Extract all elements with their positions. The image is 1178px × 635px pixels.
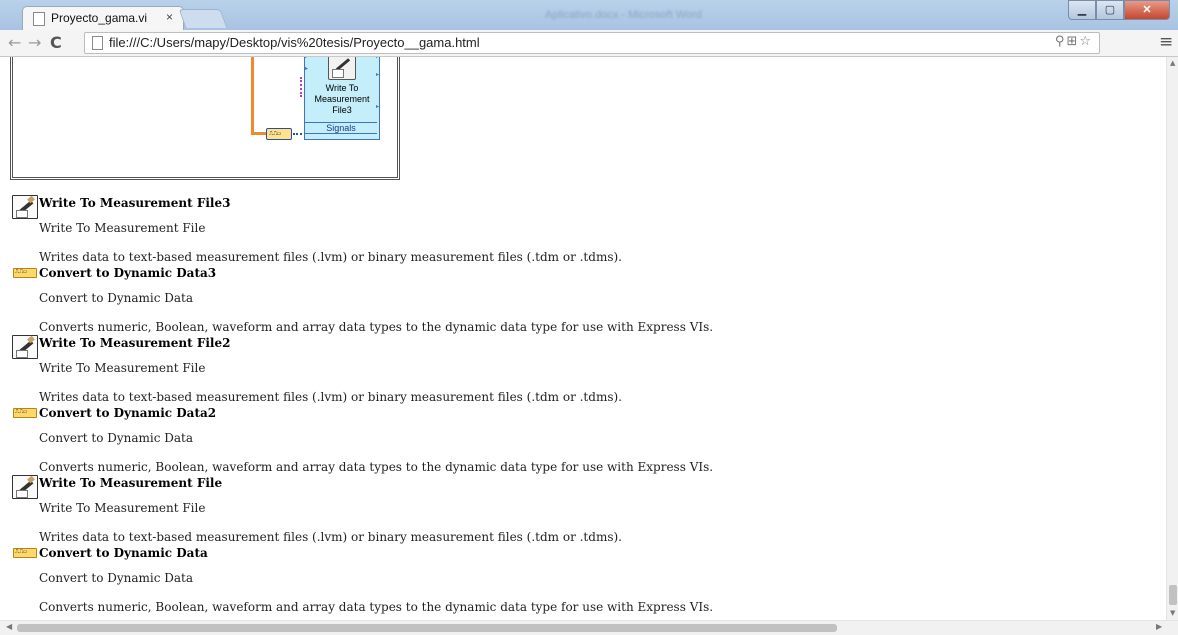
entry-title: Write To Measurement File bbox=[39, 476, 223, 490]
title-bar: Proyecto_gama.vi × Aplicativo.docx - Mic… bbox=[0, 0, 1178, 31]
write-measurement-icon bbox=[12, 335, 38, 359]
horizontal-scrollbar[interactable]: ◀ ▶ bbox=[0, 620, 1178, 635]
omnibox-icons: ⚲⊞☆ bbox=[1055, 34, 1093, 49]
entry-subtitle: Convert to Dynamic Data bbox=[39, 571, 194, 585]
reload-icon[interactable]: C bbox=[50, 33, 62, 52]
entry-description: Writes data to text-based measurement fi… bbox=[39, 390, 622, 404]
entry-subtitle: Convert to Dynamic Data bbox=[39, 291, 194, 305]
entry-description: Converts numeric, Boolean, waveform and … bbox=[39, 320, 714, 334]
vertical-scrollbar[interactable]: ▲ ▼ bbox=[1166, 57, 1178, 620]
minimize-button[interactable]: ▁ bbox=[1068, 0, 1096, 20]
block-diagram-image: ⎍⎍▭ ▸ ▸ ▸ ▸ ▸ Write To Measurement File3… bbox=[10, 57, 400, 180]
background-window-title: Aplicativo.docx - Microsoft Word bbox=[545, 9, 702, 21]
convert-dynamic-icon: ⎍⎍▭ bbox=[13, 268, 37, 278]
orange-wire bbox=[251, 132, 267, 135]
entry-description: Writes data to text-based measurement fi… bbox=[39, 250, 622, 264]
list-item: ⎍⎍▭ Convert to Dynamic Data Convert to D… bbox=[12, 546, 1162, 616]
translate-icon[interactable]: ⊞ bbox=[1066, 34, 1079, 49]
page-viewport: ⎍⎍▭ ▸ ▸ ▸ ▸ ▸ Write To Measurement File3… bbox=[0, 57, 1166, 620]
entry-title: Convert to Dynamic Data3 bbox=[39, 266, 217, 280]
terminal-arrow-icon: ▸ bbox=[375, 71, 379, 78]
entry-description: Writes data to text-based measurement fi… bbox=[39, 530, 622, 544]
entry-subtitle: Write To Measurement File bbox=[39, 221, 206, 235]
tab-close-icon[interactable]: × bbox=[166, 10, 173, 24]
terminal-arrow-icon: ▸ bbox=[376, 57, 379, 60]
entry-subtitle: Write To Measurement File bbox=[39, 361, 206, 375]
list-item: Write To Measurement File2 Write To Meas… bbox=[12, 335, 1162, 406]
entry-subtitle: Write To Measurement File bbox=[39, 501, 206, 515]
forward-arrow-icon[interactable]: → bbox=[28, 33, 41, 52]
bookmark-star-icon[interactable]: ☆ bbox=[1079, 34, 1093, 49]
entry-title: Convert to Dynamic Data2 bbox=[39, 406, 217, 420]
entry-subtitle: Convert to Dynamic Data bbox=[39, 431, 194, 445]
write-measurement-icon bbox=[328, 57, 356, 80]
list-item: Write To Measurement File Write To Measu… bbox=[12, 475, 1162, 546]
scroll-right-icon[interactable]: ▶ bbox=[1156, 622, 1162, 631]
convert-dynamic-icon: ⎍⎍▭ bbox=[13, 408, 37, 418]
terminal-arrow-icon: ▸ bbox=[305, 57, 308, 60]
url-text[interactable]: file:///C:/Users/mapy/Desktop/vis%20tesi… bbox=[109, 35, 480, 50]
entry-title: Write To Measurement File2 bbox=[39, 336, 231, 350]
entry-description: Converts numeric, Boolean, waveform and … bbox=[39, 600, 714, 614]
address-bar[interactable]: file:///C:/Users/mapy/Desktop/vis%20tesi… bbox=[84, 32, 1100, 54]
entry-description: Converts numeric, Boolean, waveform and … bbox=[39, 460, 714, 474]
write-measurement-icon bbox=[12, 475, 38, 499]
maximize-button[interactable]: ▢ bbox=[1096, 0, 1124, 20]
back-arrow-icon[interactable]: ← bbox=[8, 33, 21, 52]
close-window-button[interactable]: ✕ bbox=[1124, 0, 1170, 20]
entry-title: Write To Measurement File3 bbox=[39, 196, 231, 210]
scroll-up-icon[interactable]: ▲ bbox=[1170, 59, 1175, 67]
vertical-scroll-thumb[interactable] bbox=[1169, 585, 1177, 605]
tab-title: Proyecto_gama.vi bbox=[51, 11, 148, 25]
write-to-measurement-node: ▸ ▸ ▸ ▸ ▸ Write To Measurement File3 Sig… bbox=[304, 57, 380, 140]
terminal-arrow-icon: ▸ bbox=[305, 65, 309, 72]
vi-description-list: Write To Measurement File3 Write To Meas… bbox=[12, 195, 1162, 616]
scroll-down-icon[interactable]: ▼ bbox=[1170, 609, 1175, 617]
scroll-left-icon[interactable]: ◀ bbox=[6, 622, 12, 631]
page-icon bbox=[33, 12, 45, 26]
tab-proyecto-gama[interactable]: Proyecto_gama.vi × bbox=[22, 6, 184, 31]
list-item: ⎍⎍▭ Convert to Dynamic Data2 Convert to … bbox=[12, 406, 1162, 476]
entry-title: Convert to Dynamic Data bbox=[39, 546, 208, 560]
signals-terminal: Signals bbox=[305, 122, 377, 134]
orange-wire bbox=[251, 57, 254, 133]
new-tab-button[interactable] bbox=[178, 9, 228, 28]
convert-dynamic-node: ⎍⎍▭ bbox=[266, 128, 292, 140]
convert-dynamic-icon: ⎍⎍▭ bbox=[13, 548, 37, 558]
zoom-icon[interactable]: ⚲ bbox=[1055, 34, 1067, 49]
browser-toolbar: ← → C file:///C:/Users/mapy/Desktop/vis%… bbox=[0, 30, 1178, 57]
page-icon bbox=[92, 36, 103, 50]
list-item: Write To Measurement File3 Write To Meas… bbox=[12, 195, 1162, 266]
window-controls: ▁ ▢ ✕ bbox=[1068, 0, 1170, 20]
horizontal-scroll-thumb[interactable] bbox=[17, 624, 837, 632]
write-measurement-icon bbox=[12, 195, 38, 219]
list-item: ⎍⎍▭ Convert to Dynamic Data3 Convert to … bbox=[12, 266, 1162, 336]
node-caption: Write To Measurement File3 bbox=[314, 83, 370, 115]
menu-icon[interactable]: ≡ bbox=[1159, 32, 1173, 52]
